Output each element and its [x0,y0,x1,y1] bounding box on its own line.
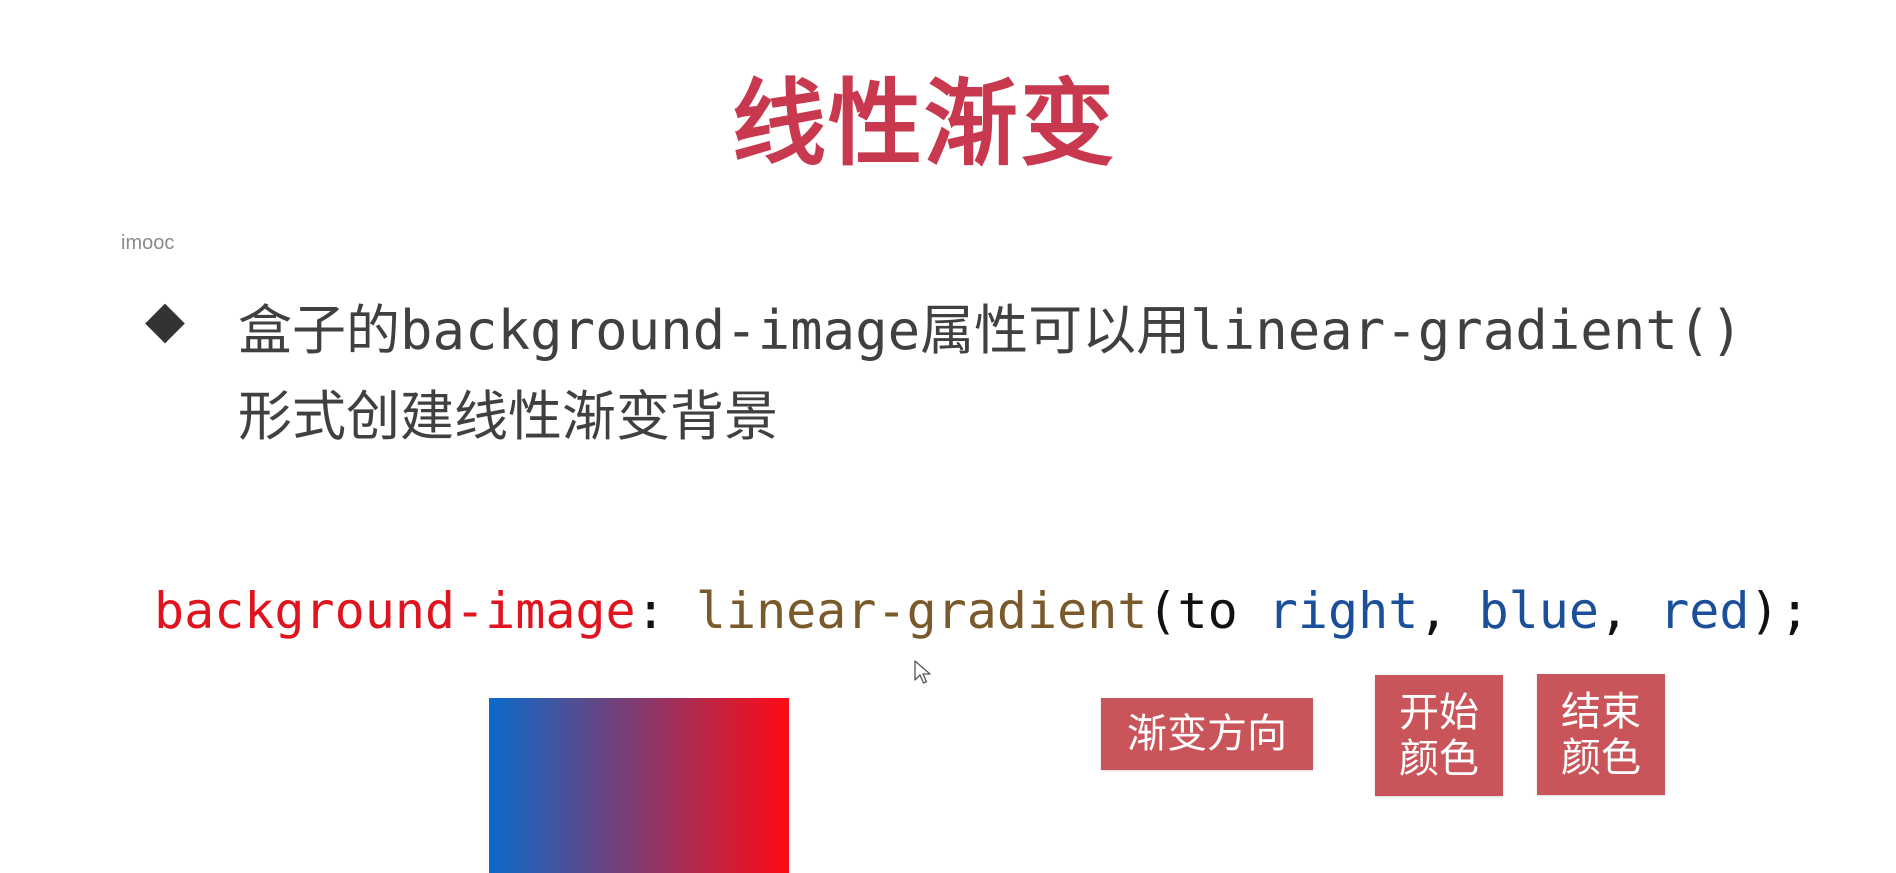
end-color-label-line1: 结束 [1561,688,1641,735]
code-to: to [1177,582,1268,640]
watermark: imooc [121,232,175,254]
direction-annotation-tag: 渐变方向 [1101,698,1313,770]
code-direction: right [1267,582,1419,640]
end-color-annotation-tag: 结束 颜色 [1537,674,1665,795]
bullet-text-part: 属性可以用 [920,299,1191,362]
code-comma: , [1418,582,1479,640]
code-end-color: red [1659,582,1750,640]
start-color-label-line1: 开始 [1399,689,1479,736]
gradient-preview-box [489,698,789,873]
diamond-bullet-icon: ◆ [145,290,185,350]
code-start-color: blue [1478,582,1599,640]
bullet-text-part: 盒子的 [238,299,400,362]
bullet-code-property: background-image [400,299,921,362]
code-property: background-image [154,582,636,640]
slide: 线性渐变 imooc ◆ 盒子的background-image属性可以用lin… [0,0,1896,873]
bullet-text: 盒子的background-image属性可以用linear-gradient(… [238,288,1778,460]
end-color-label-line2: 颜色 [1561,734,1641,781]
direction-annotation-label: 渐变方向 [1127,711,1287,757]
start-color-annotation-tag: 开始 颜色 [1375,675,1503,796]
code-function: linear-gradient [695,582,1148,640]
code-example: background-image: linear-gradient(to rig… [154,582,1810,640]
start-color-label-line2: 颜色 [1399,735,1479,782]
code-comma: , [1598,582,1660,640]
bullet-code-function: linear-gradient() [1190,299,1743,362]
bullet-text-part: 形式创建线性渐变背景 [238,385,778,448]
code-colon: : [635,582,696,640]
mouse-cursor-icon [914,660,931,684]
slide-title: 线性渐变 [731,70,1116,179]
code-open-paren: ( [1147,582,1178,640]
code-close: ); [1749,582,1810,640]
